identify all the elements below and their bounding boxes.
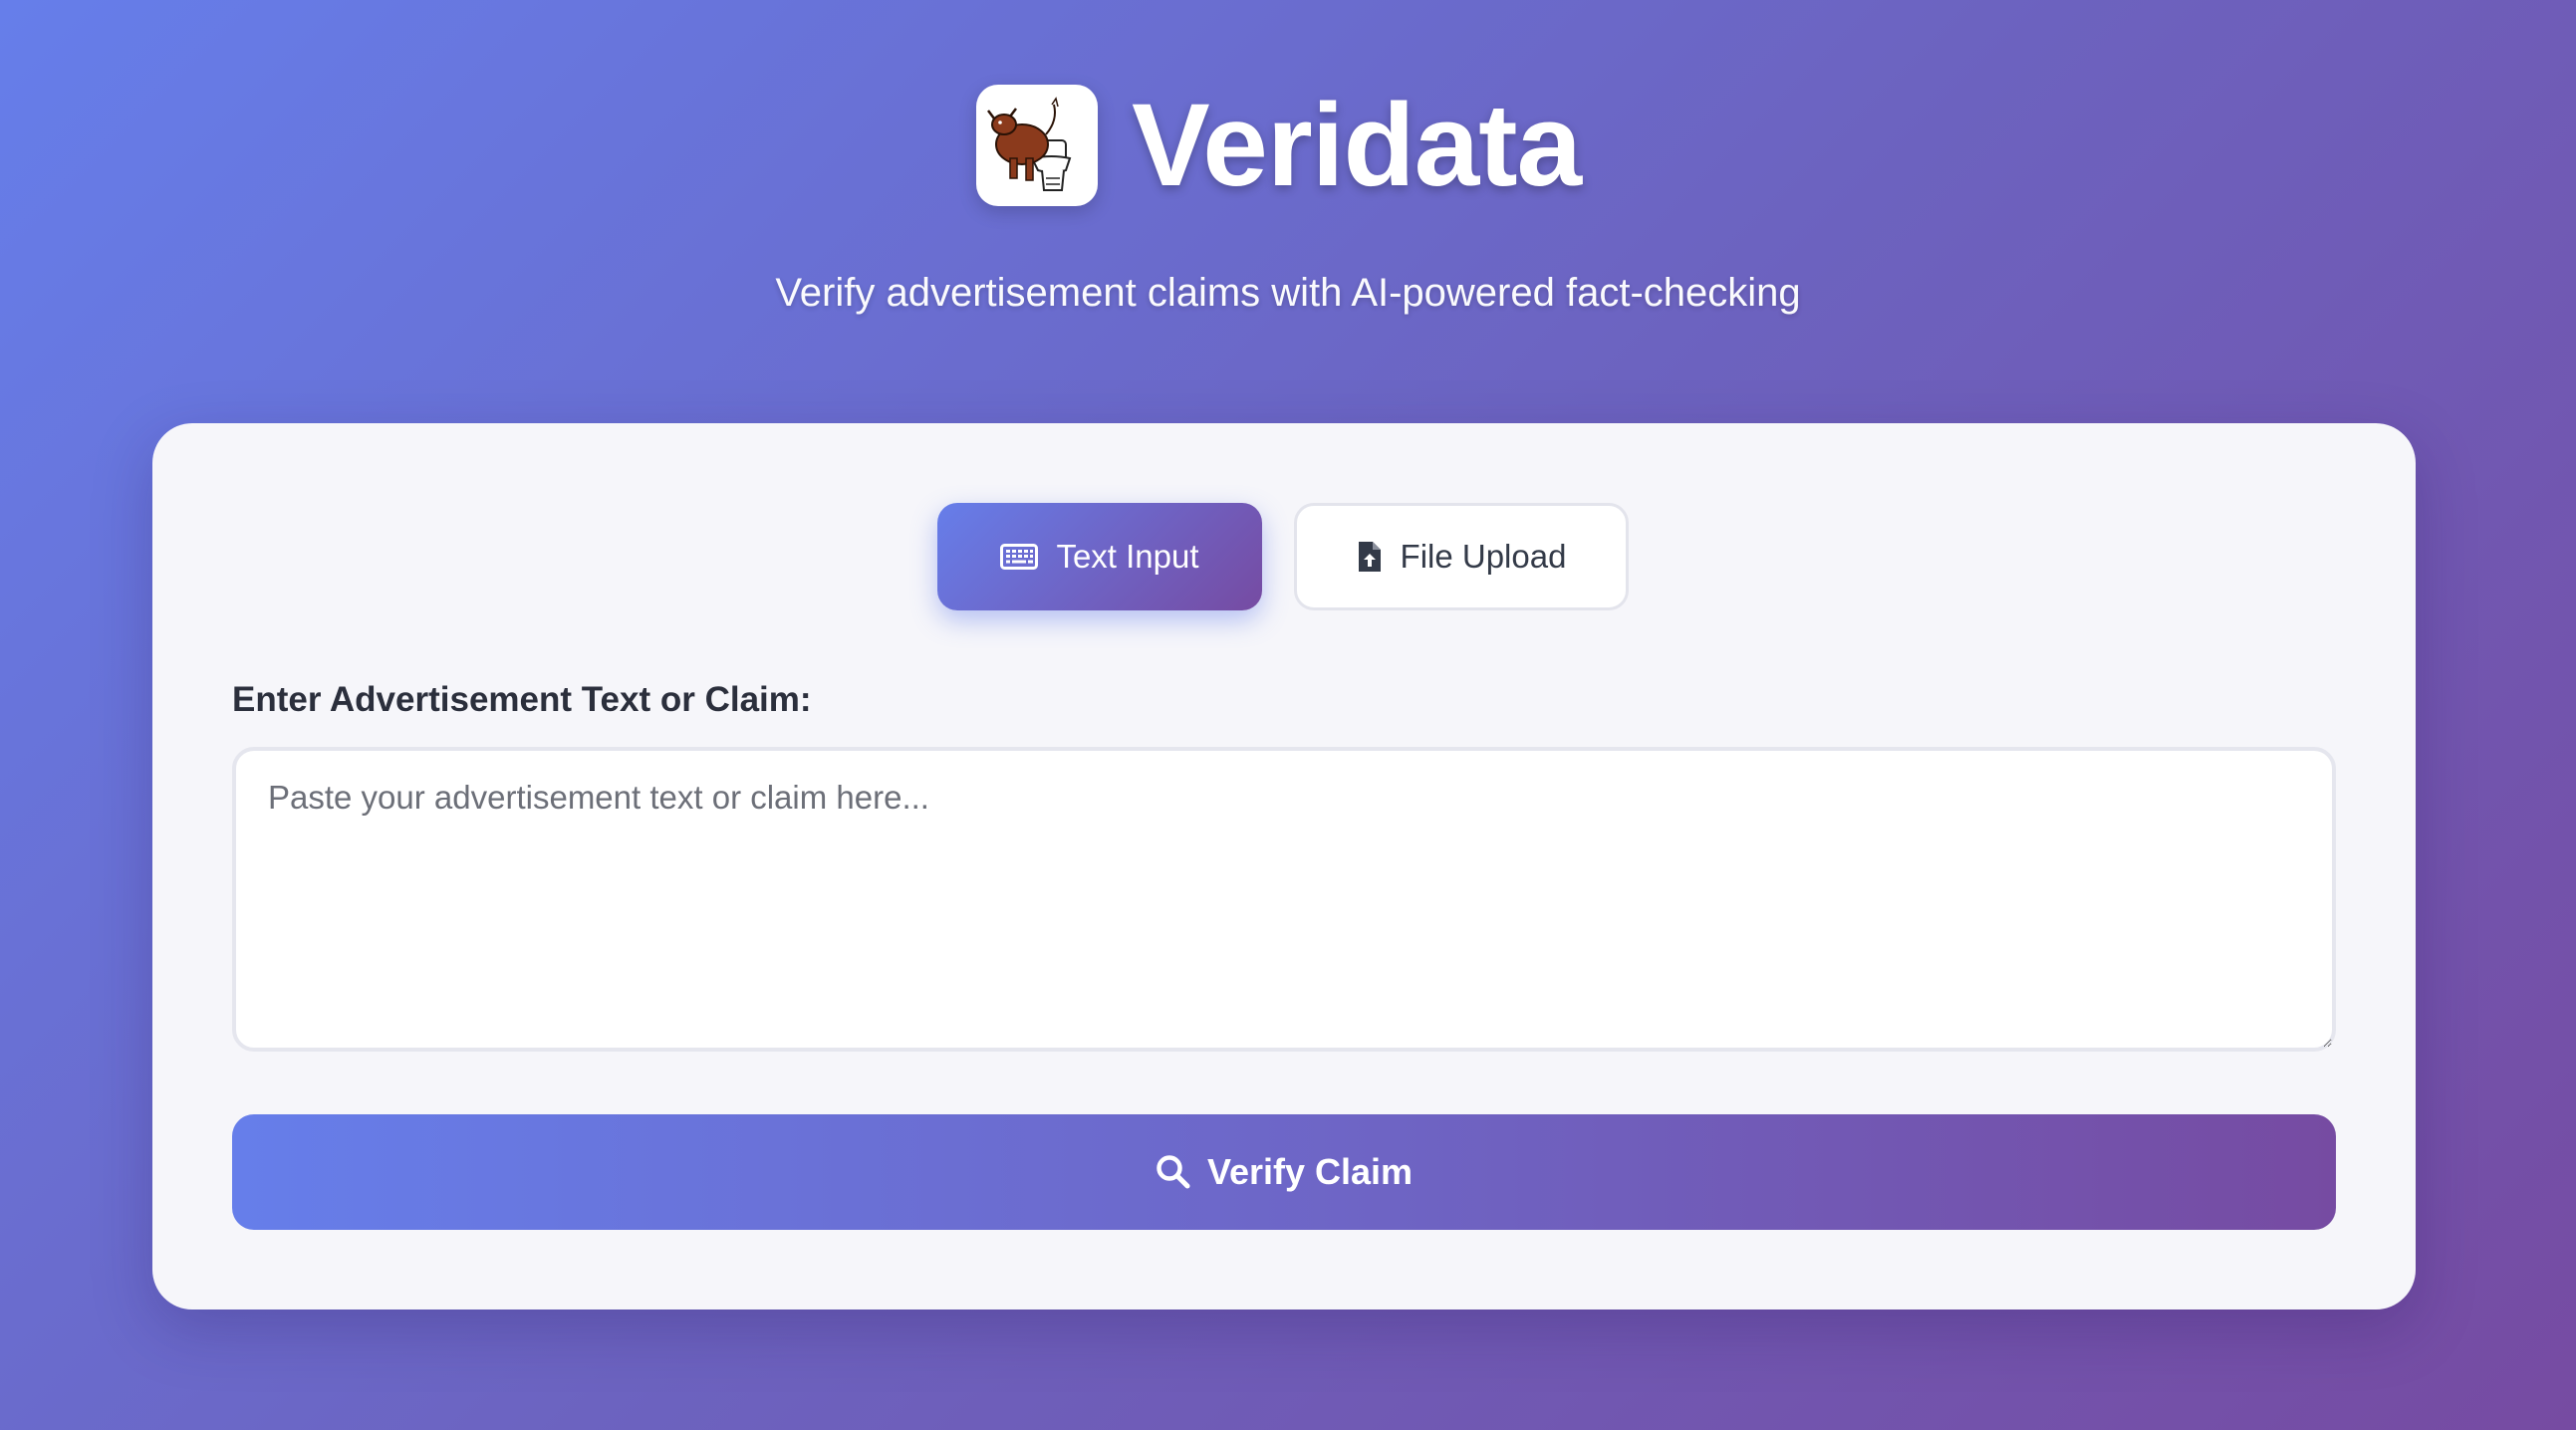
page-header: Veridata Verify advertisement claims wit…	[0, 0, 2576, 398]
logo-icon	[976, 85, 1098, 206]
page-subtitle: Verify advertisement claims with AI-powe…	[775, 271, 1801, 315]
claim-textarea-wrap	[232, 747, 2336, 1052]
tab-text-input-label: Text Input	[1056, 538, 1199, 575]
verify-claim-label: Verify Claim	[1206, 1151, 1414, 1192]
keyboard-icon	[1000, 544, 1039, 570]
claim-textarea[interactable]	[232, 747, 2336, 1052]
brand-name: Veridata	[1132, 80, 1582, 211]
verify-card: Text Input File Upload Enter Advertiseme…	[152, 423, 2416, 1310]
file-upload-icon	[1357, 540, 1383, 574]
tab-text-input[interactable]: Text Input	[937, 503, 1262, 610]
search-icon	[1156, 1154, 1191, 1190]
input-mode-tabs: Text Input File Upload	[152, 503, 2416, 612]
verify-claim-button[interactable]: Verify Claim	[232, 1114, 2336, 1230]
tab-file-upload-label: File Upload	[1400, 538, 1567, 575]
brand: Veridata	[976, 80, 1582, 211]
claim-field-label: Enter Advertisement Text or Claim:	[232, 680, 812, 719]
tab-file-upload[interactable]: File Upload	[1294, 503, 1629, 610]
